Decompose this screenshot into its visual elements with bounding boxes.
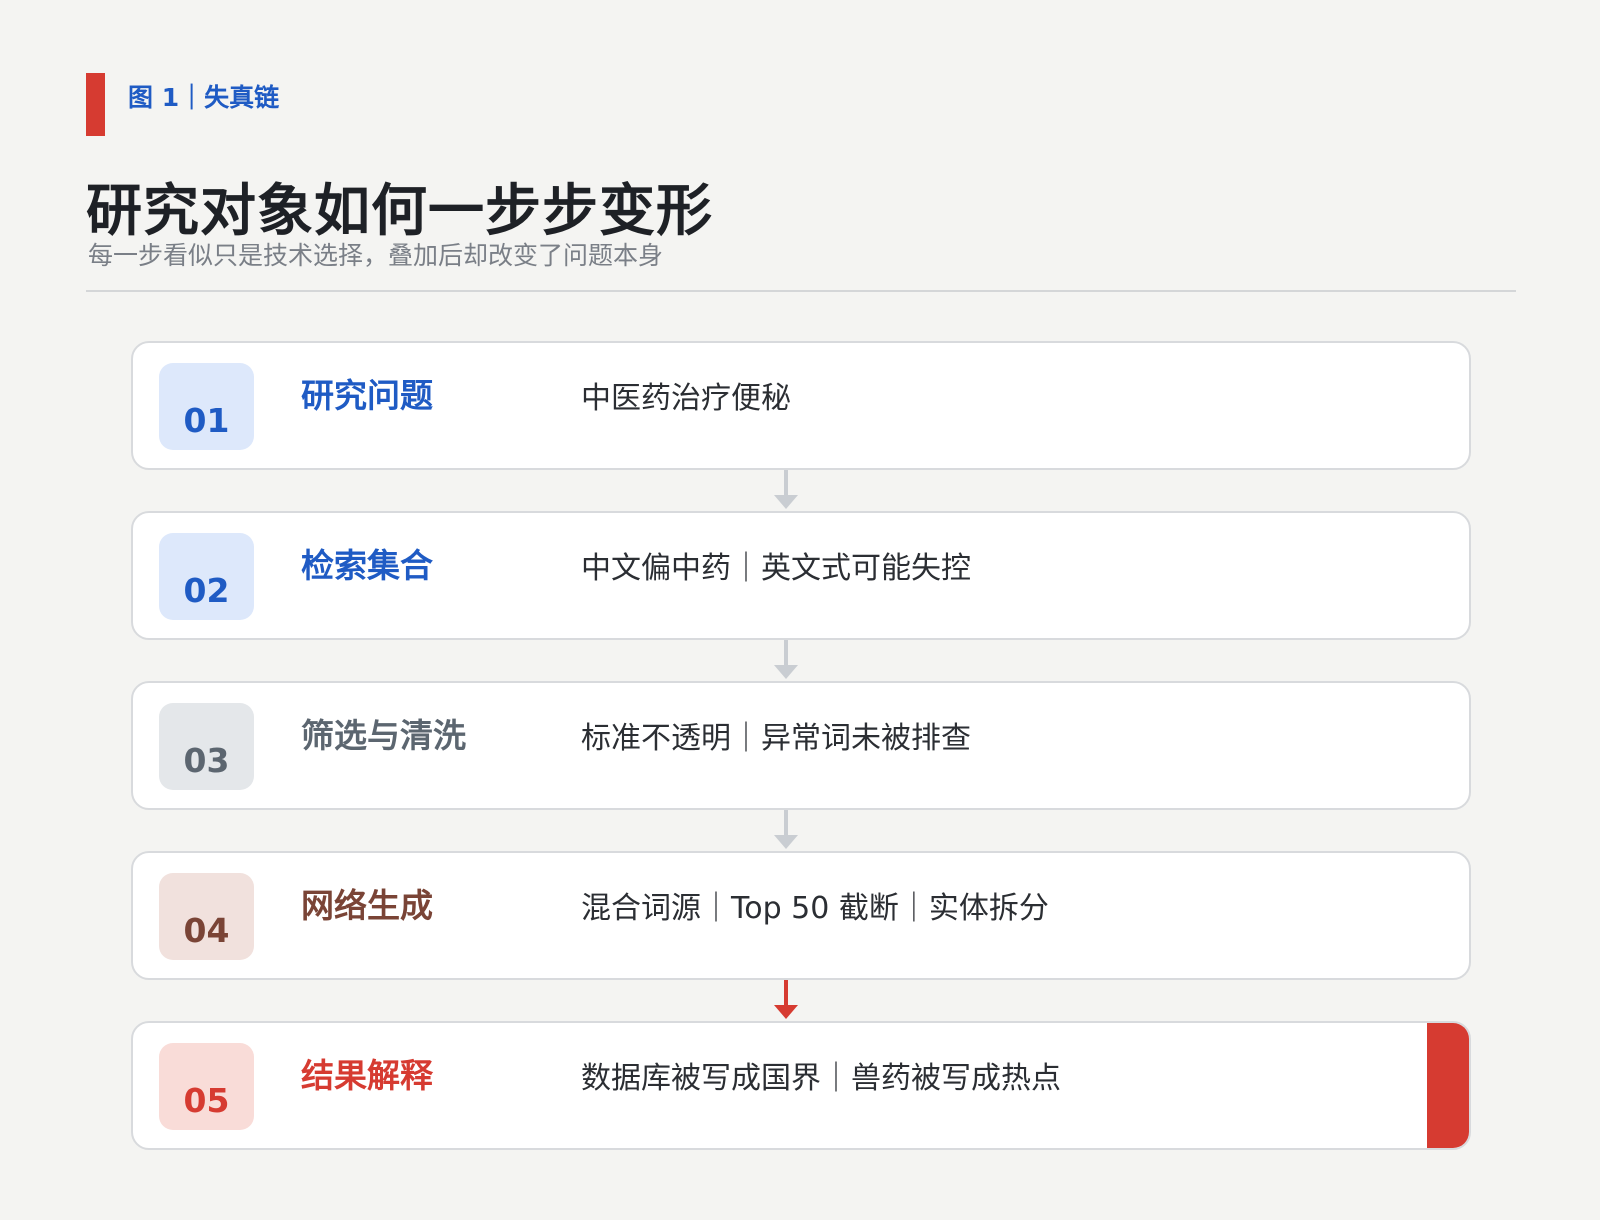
- step-title: 结果解释: [301, 1056, 433, 1095]
- step-number: 02: [183, 571, 230, 610]
- step-title: 研究问题: [301, 376, 433, 415]
- arrow-down-icon: [774, 980, 798, 1019]
- step-number-badge: 02: [159, 533, 254, 620]
- step-card-research-question: 01 研究问题 中医药治疗便秘: [131, 341, 1471, 470]
- step-description: 混合词源｜Top 50 截断｜实体拆分: [581, 891, 1049, 926]
- step-number: 03: [183, 741, 230, 780]
- figure-accent-bar: [86, 73, 105, 136]
- step-description: 标准不透明｜异常词未被排查: [581, 721, 971, 756]
- step-card-result-interpretation: 05 结果解释 数据库被写成国界｜兽药被写成热点: [131, 1021, 1471, 1150]
- step-number: 01: [183, 401, 230, 440]
- step-number: 05: [183, 1081, 230, 1120]
- step-card-search-set: 02 检索集合 中文偏中药｜英文式可能失控: [131, 511, 1471, 640]
- page-subtitle: 每一步看似只是技术选择，叠加后却改变了问题本身: [88, 241, 664, 270]
- step-number-badge: 04: [159, 873, 254, 960]
- step-description: 中医药治疗便秘: [581, 381, 791, 416]
- arrow-down-icon: [774, 470, 798, 509]
- step-connector: [131, 640, 1471, 681]
- arrow-down-icon: [774, 810, 798, 849]
- step-title: 检索集合: [301, 546, 433, 585]
- header-divider: [86, 290, 1516, 292]
- arrow-down-icon: [774, 640, 798, 679]
- step-title: 筛选与清洗: [301, 716, 466, 755]
- step-connector: [131, 810, 1471, 851]
- step-description: 中文偏中药｜英文式可能失控: [581, 551, 971, 586]
- step-connector: [131, 980, 1471, 1021]
- step-card-screening-cleaning: 03 筛选与清洗 标准不透明｜异常词未被排查: [131, 681, 1471, 810]
- step-number-badge: 05: [159, 1043, 254, 1130]
- figure-label: 图 1｜失真链: [128, 83, 280, 112]
- step-description: 数据库被写成国界｜兽药被写成热点: [581, 1061, 1061, 1096]
- step-card-network-generation: 04 网络生成 混合词源｜Top 50 截断｜实体拆分: [131, 851, 1471, 980]
- distortion-chain: 01 研究问题 中医药治疗便秘 02 检索集合 中文偏中药｜英文式可能失控 03…: [131, 341, 1471, 1150]
- step-number-badge: 03: [159, 703, 254, 790]
- step-connector: [131, 470, 1471, 511]
- step-number-badge: 01: [159, 363, 254, 450]
- highlight-accent-bar: [1427, 1023, 1469, 1148]
- step-title: 网络生成: [301, 886, 433, 925]
- page-title: 研究对象如何一步步变形: [86, 179, 713, 244]
- step-number: 04: [183, 911, 230, 950]
